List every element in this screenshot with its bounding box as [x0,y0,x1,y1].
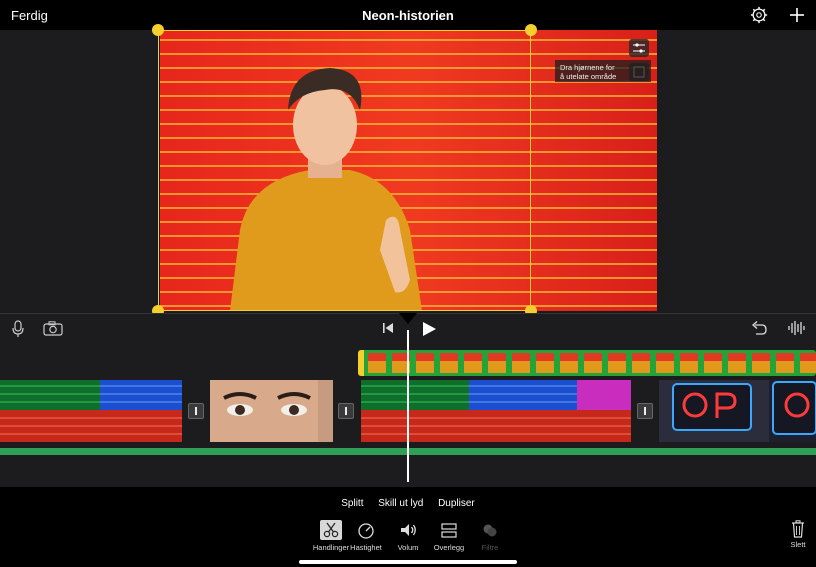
overlay-thumbnail [464,353,482,373]
transition-button[interactable] [637,403,653,419]
overlay-thumbnail [560,353,578,373]
audio-waveform-icon[interactable] [787,320,807,336]
video-viewer: Dra hjørnene for å utelate område [0,24,816,317]
overlay-thumbnail [608,353,626,373]
gear-icon[interactable] [750,6,768,24]
overlay-clip[interactable] [358,350,816,376]
tool-speed-label: Hastighet [350,543,382,552]
video-clip-neon-2[interactable] [361,380,631,442]
transition-button[interactable] [338,403,354,419]
tool-speed[interactable]: Hastighet [342,520,390,552]
microphone-icon[interactable] [11,320,25,338]
split-button[interactable]: Splitt [341,498,363,509]
crop-handle-top-left[interactable] [152,24,164,36]
project-title: Neon-historien [362,8,454,23]
overlay-thumbnail [512,353,530,373]
video-clip-neon-1[interactable] [0,380,182,442]
filters-icon [483,524,497,537]
skip-to-start-icon[interactable] [382,322,394,334]
overlay-thumbnail [536,353,554,373]
overlay-thumbnail [800,353,816,373]
detach-audio-button[interactable]: Skill ut lyd [378,498,423,509]
overlay-thumbnail [632,353,650,373]
top-bar: Ferdig Neon-historien [0,0,816,30]
play-icon[interactable] [421,321,437,337]
crop-handle-top-right[interactable] [525,24,537,36]
tool-overlay-label: Overlegg [433,543,465,552]
hint-line-2: å utelate område [560,72,617,81]
crop-hint-tooltip: Dra hjørnene for å utelate område [555,60,651,82]
adjust-sliders-button[interactable] [629,39,649,57]
trash-icon [792,520,804,538]
home-indicator [299,560,517,564]
overlay-thumbnail [584,353,602,373]
delete-label: Slett [790,540,806,549]
duplicate-button[interactable]: Dupliser [438,498,475,509]
video-clip-neon-sign[interactable] [659,380,816,442]
overlay-thumbnail [440,353,458,373]
action-bar: Splitt Skill ut lyd Dupliser Handlinger … [0,487,816,567]
overlay-thumbnail [752,353,770,373]
overlay-thumbnail [680,353,698,373]
overlay-thumbnail [416,353,434,373]
tool-filters: Filtre [466,520,514,552]
tool-filters-label: Filtre [481,543,499,552]
undo-icon[interactable] [750,320,768,336]
overlay-thumbnail [368,353,386,373]
sliders-icon [633,43,645,53]
speedometer-icon [358,523,374,539]
overlay-thumbnail [656,353,674,373]
playhead-marker[interactable] [399,313,417,324]
overlay-thumbnail [776,353,794,373]
transition-button[interactable] [188,403,204,419]
video-clip-eyes[interactable] [210,380,333,442]
speaker-icon [401,524,416,536]
overlay-thumbnail [704,353,722,373]
tool-volume-label: Volum [397,543,419,552]
overlay-thumbnail [728,353,746,373]
overlay-icon [441,523,457,538]
playhead[interactable] [407,330,409,482]
scissors-icon [320,520,342,540]
camera-icon[interactable] [43,321,63,336]
delete-button[interactable]: Slett [785,520,811,549]
overlay-thumbnail [488,353,506,373]
action-links: Splitt Skill ut lyd Dupliser [0,498,816,509]
hint-line-1: Dra hjørnene for [560,63,615,72]
plus-icon[interactable] [787,5,807,25]
